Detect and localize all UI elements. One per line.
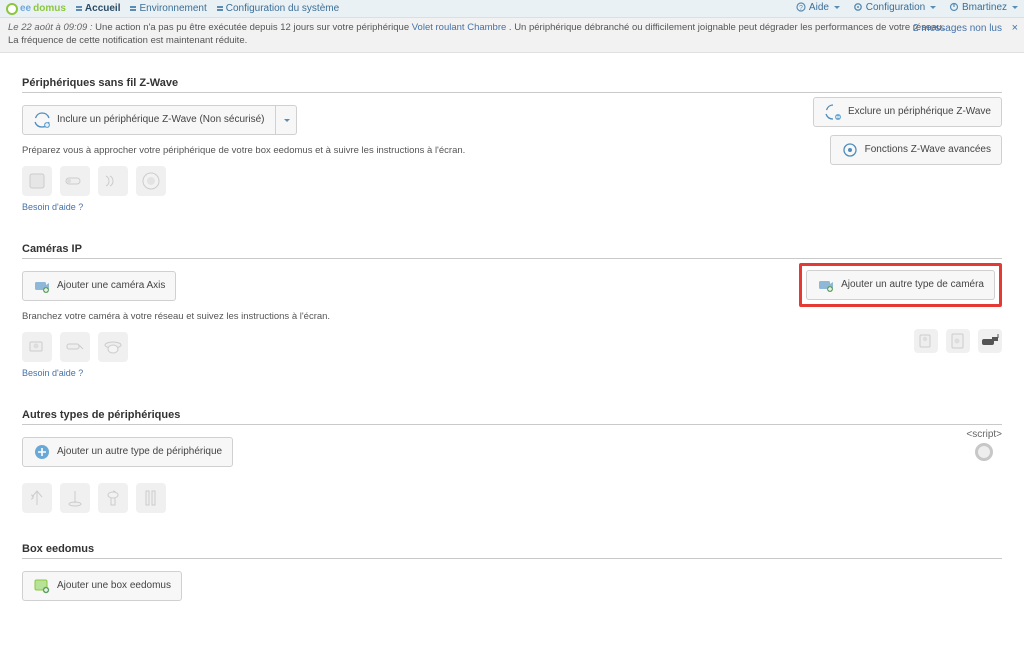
include-zwave-dropdown[interactable] [276,105,297,135]
camera-thumb [22,332,52,362]
top-nav-bar: eedomus Accueil Environnement Configurat… [0,0,1024,18]
top-right-menu: ? Aide Configuration Bmartinez [786,2,1018,16]
user-menu[interactable]: Bmartinez [949,2,1018,13]
plus-circle-icon [33,443,51,461]
zwave-advanced-icon [841,141,859,159]
chevron-down-icon [834,6,840,12]
add-other-device-button[interactable]: Ajouter un autre type de périphérique [22,437,233,467]
device-thumb [98,166,128,196]
include-zwave-button[interactable]: Inclure un périphérique Z-Wave (Non sécu… [22,105,276,135]
notification-line1: Le 22 août à 09:09 : Une action n'a pas … [8,22,1016,35]
chevron-down-icon [284,119,290,125]
help-menu[interactable]: ? Aide [796,2,840,13]
script-ring-icon [975,443,993,461]
device-thumb [60,166,90,196]
device-thumb [98,483,128,513]
notification-date: Le 22 août à 09:09 : [8,22,93,33]
add-axis-camera-button[interactable]: Ajouter une caméra Axis [22,271,176,301]
camera-thumb [914,329,938,353]
grid-icon [76,6,82,12]
camera-thumb [98,332,128,362]
camera-plus-icon [817,276,835,294]
section-box: Box eedomus Ajouter une box eedomus [22,543,1002,601]
add-box-button[interactable]: Ajouter une box eedomus [22,571,182,601]
zwave-advanced-button[interactable]: Fonctions Z-Wave avancées [830,135,1002,165]
nav-system-config[interactable]: Configuration du système [217,3,339,14]
chevron-down-icon [1012,6,1018,12]
svg-text:?: ? [799,5,803,12]
section-title-cameras: Caméras IP [22,243,1002,259]
camera-thumb [60,332,90,362]
highlighted-button-box: Ajouter un autre type de caméra [799,263,1002,307]
device-thumb [22,166,52,196]
notification-banner: Le 22 août à 09:09 : Une action n'a pas … [0,18,1024,53]
box-plus-icon [33,577,51,595]
section-title-other: Autres types de périphériques [22,409,1002,425]
brand-logo: eedomus [6,3,66,15]
grid-icon [130,6,136,12]
other-thumbs [22,483,1002,513]
notification-line2: La fréquence de cette notification est m… [8,35,1016,48]
cameras-help-link[interactable]: Besoin d'aide ? [22,368,83,378]
section-cameras: Caméras IP Ajouter une caméra Axis Branc… [22,243,1002,379]
section-other-devices: Autres types de périphériques Ajouter un… [22,409,1002,513]
zwave-include-icon [33,111,51,129]
camera-thumb [978,329,1002,353]
device-thumb [60,483,90,513]
unread-messages-link[interactable]: 2 messages non lus [913,22,1002,36]
zwave-exclude-icon [824,103,842,121]
close-icon[interactable]: × [1012,21,1018,36]
script-label: <script> [966,429,1002,440]
script-badge: <script> [966,429,1002,461]
logo-icon [6,3,18,15]
nav-environment[interactable]: Environnement [130,3,206,14]
camera-icon [33,277,51,295]
add-other-camera-button[interactable]: Ajouter un autre type de caméra [806,270,995,300]
brand-ee: ee [20,3,31,14]
section-zwave: Périphériques sans fil Z-Wave Inclure un… [22,77,1002,213]
zwave-thumbs [22,166,1002,196]
power-icon [949,2,959,12]
section-title-box: Box eedomus [22,543,1002,559]
config-menu[interactable]: Configuration [853,2,936,13]
nav-home[interactable]: Accueil [76,3,121,14]
main-content: Périphériques sans fil Z-Wave Inclure un… [0,53,1024,671]
device-thumb [136,483,166,513]
chevron-down-icon [930,6,936,12]
device-thumb [22,483,52,513]
camera-thumb [946,329,970,353]
grid-icon [217,6,223,12]
exclude-zwave-button[interactable]: Exclure un périphérique Z-Wave [813,97,1002,127]
section-title-zwave: Périphériques sans fil Z-Wave [22,77,1002,93]
gear-icon [853,2,863,12]
device-thumb [136,166,166,196]
other-camera-thumbs [914,329,1002,353]
device-link[interactable]: Volet roulant Chambre [412,22,507,33]
include-zwave-split-button: Inclure un périphérique Z-Wave (Non sécu… [22,105,297,135]
help-icon: ? [796,2,806,12]
zwave-help-link[interactable]: Besoin d'aide ? [22,202,83,212]
brand-domus: domus [33,3,66,14]
